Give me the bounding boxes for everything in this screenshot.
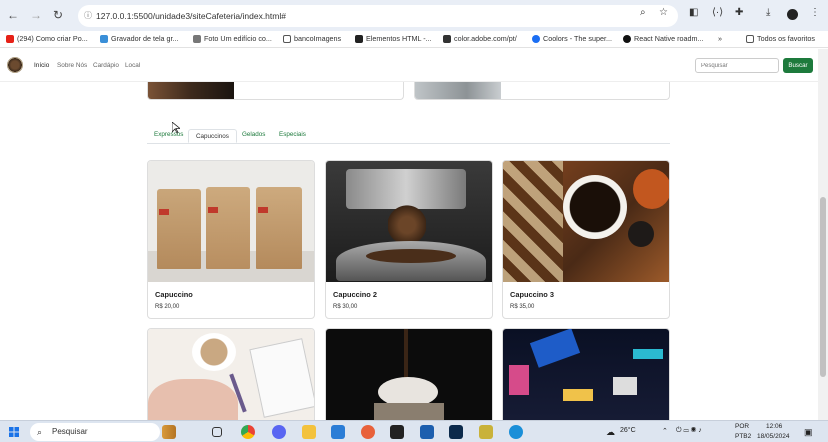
tab-expressos[interactable]: Expressos (147, 130, 190, 144)
bookmark-item[interactable]: Elementos HTML -... (355, 34, 432, 43)
more-bookmarks-button[interactable]: » (718, 34, 722, 43)
github-icon (623, 34, 631, 43)
address-bar[interactable]: ⓘ 127.0.0.1:5500/unidade3/siteCafeteria/… (78, 5, 678, 27)
file-explorer-icon[interactable] (302, 425, 316, 439)
menu-icon[interactable]: ⋮ (810, 7, 820, 18)
coffee-roaster-image (326, 161, 492, 282)
city-night-image (503, 329, 669, 420)
zoom-icon[interactable]: ⌕ (640, 7, 646, 18)
previous-card (414, 82, 670, 100)
intellij-icon[interactable] (449, 425, 463, 439)
clock-date[interactable]: 18/05/2024 (757, 433, 790, 440)
bookmark-star-icon[interactable]: ☆ (659, 7, 668, 18)
browser-toolbar: ← → ↻ ⓘ 127.0.0.1:5500/unidade3/siteCafe… (0, 0, 828, 31)
nav-link-inicio[interactable]: Início (34, 62, 49, 69)
chrome-icon[interactable] (241, 425, 255, 439)
product-card[interactable]: Capuccino 3 R$ 35,00 (502, 160, 670, 319)
coffee-notebook-image (148, 329, 314, 420)
taskbar-search[interactable]: ⌕ Pesquisar (30, 423, 160, 441)
app-icon[interactable] (420, 425, 434, 439)
temperature[interactable]: 26°C (620, 427, 636, 434)
site-navbar: Início Sobre Nós Cardápio Local Buscar (0, 49, 818, 82)
product-card[interactable] (147, 328, 315, 420)
figma-icon[interactable] (390, 425, 404, 439)
coffee-chocolates-image (503, 161, 669, 282)
keyboard-layout[interactable]: PTB2 (735, 433, 751, 440)
reload-icon[interactable]: ↻ (51, 8, 65, 22)
nav-link-cardapio[interactable]: Cardápio (93, 62, 119, 69)
card-image (148, 82, 234, 99)
clock-time[interactable]: 12:06 (766, 423, 782, 430)
search-icon: ⌕ (37, 427, 43, 437)
profile-avatar[interactable] (787, 9, 798, 20)
search-input[interactable] (695, 58, 779, 73)
extension-icon[interactable]: ◧ (689, 7, 698, 18)
product-card[interactable] (325, 328, 493, 420)
windows-taskbar: ⌕ Pesquisar ☁ 26°C ⌃ ⏻ ▭ ◉ ♪ POR PTB2 12… (0, 420, 828, 442)
app-icon[interactable] (479, 425, 493, 439)
folder-icon (283, 34, 291, 43)
all-favorites-folder[interactable]: Todos os favoritos (746, 34, 815, 43)
tab-especiais[interactable]: Especiais (272, 130, 313, 144)
tray-system-icons[interactable]: ⏻ ▭ ◉ ♪ (676, 427, 702, 435)
tab-gelados[interactable]: Gelados (235, 130, 272, 144)
previous-card (147, 82, 404, 100)
vscode-icon[interactable] (331, 425, 345, 439)
image-icon (193, 34, 201, 43)
product-price: R$ 20,00 (155, 304, 180, 310)
site-info-icon[interactable]: ⓘ (84, 5, 92, 27)
coffee-bags-image (148, 161, 314, 282)
bookmark-item[interactable]: bancoImagens (283, 34, 341, 43)
bookmark-item[interactable]: color.adobe.com/pt/ (443, 34, 517, 43)
nav-link-sobre[interactable]: Sobre Nós (57, 62, 87, 69)
product-card[interactable]: Capuccino 2 R$ 30,00 (325, 160, 493, 319)
bookmarks-bar: (294) Como criar Po... Gravador de tela … (0, 31, 828, 48)
folder-icon (746, 34, 754, 43)
adobe-icon (443, 34, 451, 43)
download-icon[interactable]: ⤓ (766, 7, 770, 18)
coolors-icon (532, 34, 540, 43)
page-content: Expressos Capuccinos Gelados Especiais C… (0, 82, 818, 420)
url-text: 127.0.0.1:5500/unidade3/siteCafeteria/in… (96, 11, 286, 21)
edge-icon[interactable] (509, 425, 523, 439)
bookmark-item[interactable]: Coolors - The super... (532, 34, 612, 43)
card-image (415, 82, 501, 99)
weather-icon[interactable]: ☁ (606, 427, 615, 438)
notification-icon[interactable]: ▣ (804, 427, 813, 438)
product-title: Capuccino 2 (333, 290, 377, 299)
product-price: R$ 30,00 (333, 304, 358, 310)
product-title: Capuccino (155, 290, 193, 299)
brave-icon[interactable] (361, 425, 375, 439)
scrollbar-thumb[interactable] (820, 197, 826, 377)
product-card[interactable]: Capuccino R$ 20,00 (147, 160, 315, 319)
forward-icon[interactable]: → (29, 8, 43, 22)
puzzle-icon[interactable]: ✚ (735, 7, 743, 18)
bookmark-item[interactable]: (294) Como criar Po... (6, 34, 88, 43)
back-icon[interactable]: ← (6, 8, 20, 22)
windows-start-icon[interactable] (9, 427, 19, 437)
bookmark-item[interactable]: React Native roadm... (623, 34, 704, 43)
cupcake-image (326, 329, 492, 420)
mdn-icon (355, 34, 363, 43)
discord-icon[interactable] (272, 425, 286, 439)
cafe-logo[interactable] (7, 57, 23, 73)
product-title: Capuccino 3 (510, 290, 554, 299)
cast-icon[interactable]: ⟨·⟩ (712, 7, 723, 18)
recorder-icon (100, 34, 108, 43)
nav-link-local[interactable]: Local (125, 62, 140, 69)
search-button[interactable]: Buscar (783, 58, 813, 73)
widget-icon[interactable] (162, 425, 176, 439)
bookmark-item[interactable]: Gravador de tela gr... (100, 34, 179, 43)
bookmark-item[interactable]: Foto Um edifício co... (193, 34, 272, 43)
tray-overflow-icon[interactable]: ⌃ (662, 427, 668, 435)
task-view-icon[interactable] (212, 427, 222, 437)
mouse-cursor (172, 122, 180, 134)
input-language[interactable]: POR (735, 423, 749, 430)
category-tabs: Expressos Capuccinos Gelados Especiais (147, 127, 670, 144)
tab-capuccinos[interactable]: Capuccinos (188, 129, 237, 143)
page-scrollbar[interactable] (818, 49, 828, 420)
product-card[interactable] (502, 328, 670, 420)
youtube-icon (6, 34, 14, 43)
product-price: R$ 35,00 (510, 304, 535, 310)
